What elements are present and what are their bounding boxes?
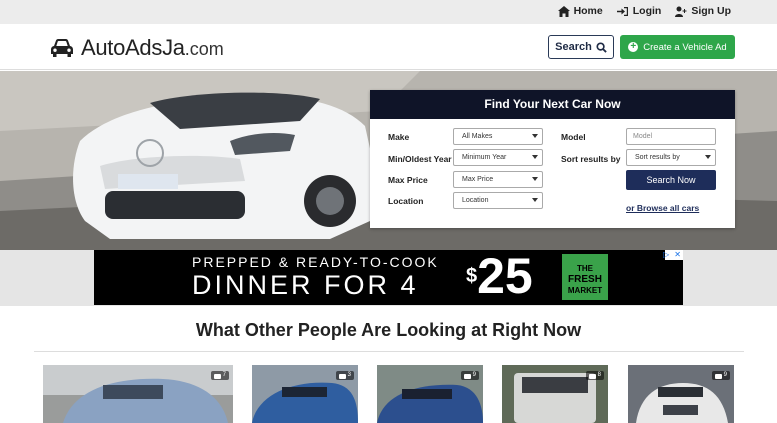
listing-card[interactable]: 3 bbox=[252, 365, 358, 423]
login-link-label: Login bbox=[632, 5, 662, 17]
photo-count: 7 bbox=[222, 372, 226, 378]
sign-in-icon bbox=[616, 6, 628, 16]
site-logo[interactable]: AutoAdsJa .com bbox=[50, 35, 224, 61]
home-link-label: Home bbox=[573, 5, 603, 17]
photo-count-badge: 8 bbox=[585, 371, 604, 380]
photo-count: 3 bbox=[347, 372, 351, 378]
listing-card[interactable]: 8 bbox=[502, 365, 608, 423]
chevron-down-icon bbox=[532, 198, 538, 202]
camera-icon bbox=[588, 373, 596, 379]
header-search-button[interactable]: Search bbox=[548, 35, 614, 59]
create-vehicle-ad-button[interactable]: + Create a Vehicle Ad bbox=[620, 35, 735, 59]
photo-count: 9 bbox=[472, 372, 476, 378]
login-link[interactable]: Login bbox=[616, 5, 662, 17]
site-header: AutoAdsJa .com Search + Create a Vehicle … bbox=[0, 24, 777, 70]
fresh-market-logo: THE FRESH MARKET bbox=[562, 254, 608, 300]
header-search-label: Search bbox=[555, 41, 592, 53]
location-select-value: Location bbox=[462, 197, 489, 204]
home-icon bbox=[557, 5, 570, 17]
fresh-market-logo-top: THE bbox=[577, 264, 593, 273]
photo-count-badge: 9 bbox=[460, 371, 479, 380]
top-utility-bar: Home Login Sign Up bbox=[0, 0, 777, 24]
create-vehicle-ad-label: Create a Vehicle Ad bbox=[643, 41, 727, 53]
ad-price-value: 25 bbox=[477, 250, 533, 304]
listing-photo bbox=[43, 365, 233, 423]
make-select-value: All Makes bbox=[462, 133, 493, 140]
max-price-select-value: Max Price bbox=[462, 176, 494, 183]
min-year-select-value: Minimum Year bbox=[462, 154, 507, 161]
ad-line-2: DINNER FOR 4 bbox=[192, 270, 419, 300]
car-icon bbox=[51, 39, 73, 57]
section-title: What Other People Are Looking at Right N… bbox=[195, 320, 582, 340]
hero-banner: Find Your Next Car Now Make All Makes Mi… bbox=[0, 71, 777, 250]
photo-count-badge: 9 bbox=[711, 371, 730, 380]
price-label: Max Price bbox=[388, 175, 428, 185]
sort-select-value: Sort results by bbox=[635, 154, 680, 161]
make-select[interactable]: All Makes bbox=[453, 128, 543, 145]
listing-card[interactable]: 9 bbox=[377, 365, 483, 423]
make-label: Make bbox=[388, 132, 410, 142]
top-links: Home Login Sign Up bbox=[557, 5, 731, 17]
plus-circle-icon: + bbox=[628, 42, 639, 52]
model-input[interactable]: Model bbox=[626, 128, 716, 145]
photo-count-badge: 3 bbox=[335, 371, 354, 380]
section-divider bbox=[34, 351, 744, 352]
search-icon bbox=[596, 41, 607, 53]
ad-choices[interactable]: ▷ ✕ bbox=[663, 250, 683, 260]
max-price-select[interactable]: Max Price bbox=[453, 171, 543, 188]
ad-price: $25 bbox=[466, 251, 533, 301]
advertisement-banner[interactable]: PREPPED & READY-TO-COOK DINNER FOR 4 $25… bbox=[94, 250, 683, 305]
camera-icon bbox=[338, 373, 346, 379]
chevron-down-icon bbox=[532, 155, 538, 159]
search-form: Make All Makes Min/Oldest Year Minimum Y… bbox=[370, 119, 735, 228]
search-panel-title: Find Your Next Car Now bbox=[370, 90, 735, 119]
ad-price-symbol: $ bbox=[466, 265, 478, 287]
min-year-select[interactable]: Minimum Year bbox=[453, 149, 543, 166]
user-plus-icon bbox=[675, 6, 687, 17]
year-label: Min/Oldest Year bbox=[388, 154, 452, 164]
chevron-down-icon bbox=[532, 177, 538, 181]
sort-select[interactable]: Sort results by bbox=[626, 149, 716, 166]
signup-link[interactable]: Sign Up bbox=[675, 5, 731, 17]
fresh-market-logo-bottom: MARKET bbox=[567, 286, 603, 295]
brand-tld: .com bbox=[184, 39, 224, 59]
camera-icon bbox=[714, 373, 722, 379]
photo-count: 8 bbox=[597, 372, 601, 378]
listing-card[interactable]: 7 bbox=[43, 365, 233, 423]
photo-count: 9 bbox=[723, 372, 727, 378]
location-label: Location bbox=[388, 196, 424, 206]
model-input-placeholder: Model bbox=[633, 133, 653, 140]
ad-info-icon[interactable]: ▷ bbox=[661, 250, 671, 260]
search-now-button[interactable]: Search Now bbox=[626, 170, 716, 190]
brand-name: AutoAdsJa bbox=[81, 35, 185, 60]
ad-close-icon[interactable]: ✕ bbox=[672, 250, 683, 260]
photo-count-badge: 7 bbox=[210, 371, 229, 380]
sort-label: Sort results by bbox=[561, 154, 621, 164]
model-label: Model bbox=[561, 132, 586, 142]
ad-line-1: PREPPED & READY-TO-COOK bbox=[192, 254, 439, 270]
location-select[interactable]: Location bbox=[453, 192, 543, 209]
chevron-down-icon bbox=[705, 155, 711, 159]
ad-strip: PREPPED & READY-TO-COOK DINNER FOR 4 $25… bbox=[0, 250, 777, 306]
listing-thumbnails: 7 3 9 8 9 bbox=[0, 365, 777, 423]
camera-icon bbox=[463, 373, 471, 379]
chevron-down-icon bbox=[532, 134, 538, 138]
search-panel: Find Your Next Car Now Make All Makes Mi… bbox=[370, 90, 735, 228]
camera-icon bbox=[213, 373, 221, 379]
fresh-market-logo-mid: FRESH bbox=[568, 274, 602, 285]
listing-card[interactable]: 9 bbox=[628, 365, 734, 423]
browse-all-cars-link[interactable]: or Browse all cars bbox=[626, 203, 699, 213]
signup-link-label: Sign Up bbox=[691, 5, 731, 17]
home-link[interactable]: Home bbox=[557, 5, 603, 17]
